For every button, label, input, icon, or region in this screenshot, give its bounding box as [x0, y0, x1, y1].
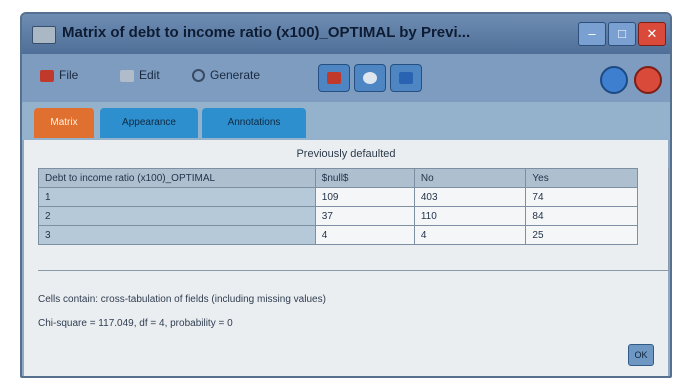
tab-strip: Matrix Appearance Annotations	[22, 102, 670, 140]
tab-appearance[interactable]: Appearance	[100, 108, 198, 138]
export-button[interactable]	[354, 64, 386, 92]
row-label: 1	[38, 187, 316, 207]
row-label: 3	[38, 225, 316, 245]
table-cell: 109	[314, 187, 415, 207]
file-icon	[40, 69, 54, 82]
table-cell: 403	[413, 187, 527, 207]
table-cell: 4	[413, 225, 527, 245]
window-title: Matrix of debt to income ratio (x100)_OP…	[62, 24, 471, 41]
ok-button[interactable]: OK	[628, 344, 654, 366]
close-icon[interactable]	[634, 66, 662, 94]
table-header-row: Debt to income ratio (x100)_OPTIMAL $nul…	[38, 168, 638, 188]
edit-label: Edit	[139, 68, 160, 82]
column-header[interactable]: No	[413, 168, 527, 188]
crosstab-table: Debt to income ratio (x100)_OPTIMAL $nul…	[38, 168, 638, 245]
generate-label: Generate	[210, 68, 261, 82]
table-cell: 84	[525, 206, 638, 226]
table-cell: 4	[314, 225, 415, 245]
row-label: 2	[38, 206, 316, 226]
chart-button[interactable]	[390, 64, 422, 92]
tab-matrix[interactable]: Matrix	[34, 108, 94, 138]
column-header[interactable]: Yes	[525, 168, 638, 188]
toolbar: File Edit Generate	[22, 54, 670, 102]
export-icon	[363, 72, 377, 84]
generate-menu[interactable]: Generate	[192, 68, 261, 83]
column-header[interactable]: $null$	[314, 168, 415, 188]
window-app-icon	[32, 26, 56, 44]
chart-icon	[399, 72, 413, 84]
maximize-button[interactable]: □	[608, 22, 636, 46]
help-icon[interactable]	[600, 66, 628, 94]
matrix-window: Matrix of debt to income ratio (x100)_OP…	[20, 12, 672, 378]
print-icon	[327, 72, 341, 84]
table-row: 3 4 4 25	[38, 225, 638, 245]
file-label: File	[59, 68, 79, 82]
table-cell: 74	[525, 187, 638, 207]
edit-icon	[120, 69, 134, 82]
column-header[interactable]: Debt to income ratio (x100)_OPTIMAL	[38, 168, 316, 188]
edit-menu[interactable]: Edit	[120, 68, 160, 82]
minimize-button[interactable]: –	[578, 22, 606, 46]
generate-icon	[192, 69, 205, 83]
table-cell: 110	[413, 206, 527, 226]
tab-annotations[interactable]: Annotations	[202, 108, 306, 138]
chi-square-note: Chi-square = 117.049, df = 4, probabilit…	[38, 318, 233, 329]
file-menu[interactable]: File	[40, 68, 78, 82]
table-row: 2 37 110 84	[38, 206, 638, 226]
table-cell: 37	[314, 206, 415, 226]
table-row: 1 109 403 74	[38, 187, 638, 207]
cells-contain-note: Cells contain: cross-tabulation of field…	[38, 294, 326, 305]
title-bar[interactable]: Matrix of debt to income ratio (x100)_OP…	[22, 14, 670, 54]
print-button[interactable]	[318, 64, 350, 92]
close-window-button[interactable]: ✕	[638, 22, 666, 46]
matrix-panel: Previously defaulted Debt to income rati…	[24, 140, 669, 376]
column-group-label: Previously defaulted	[296, 148, 396, 160]
table-cell: 25	[525, 225, 638, 245]
